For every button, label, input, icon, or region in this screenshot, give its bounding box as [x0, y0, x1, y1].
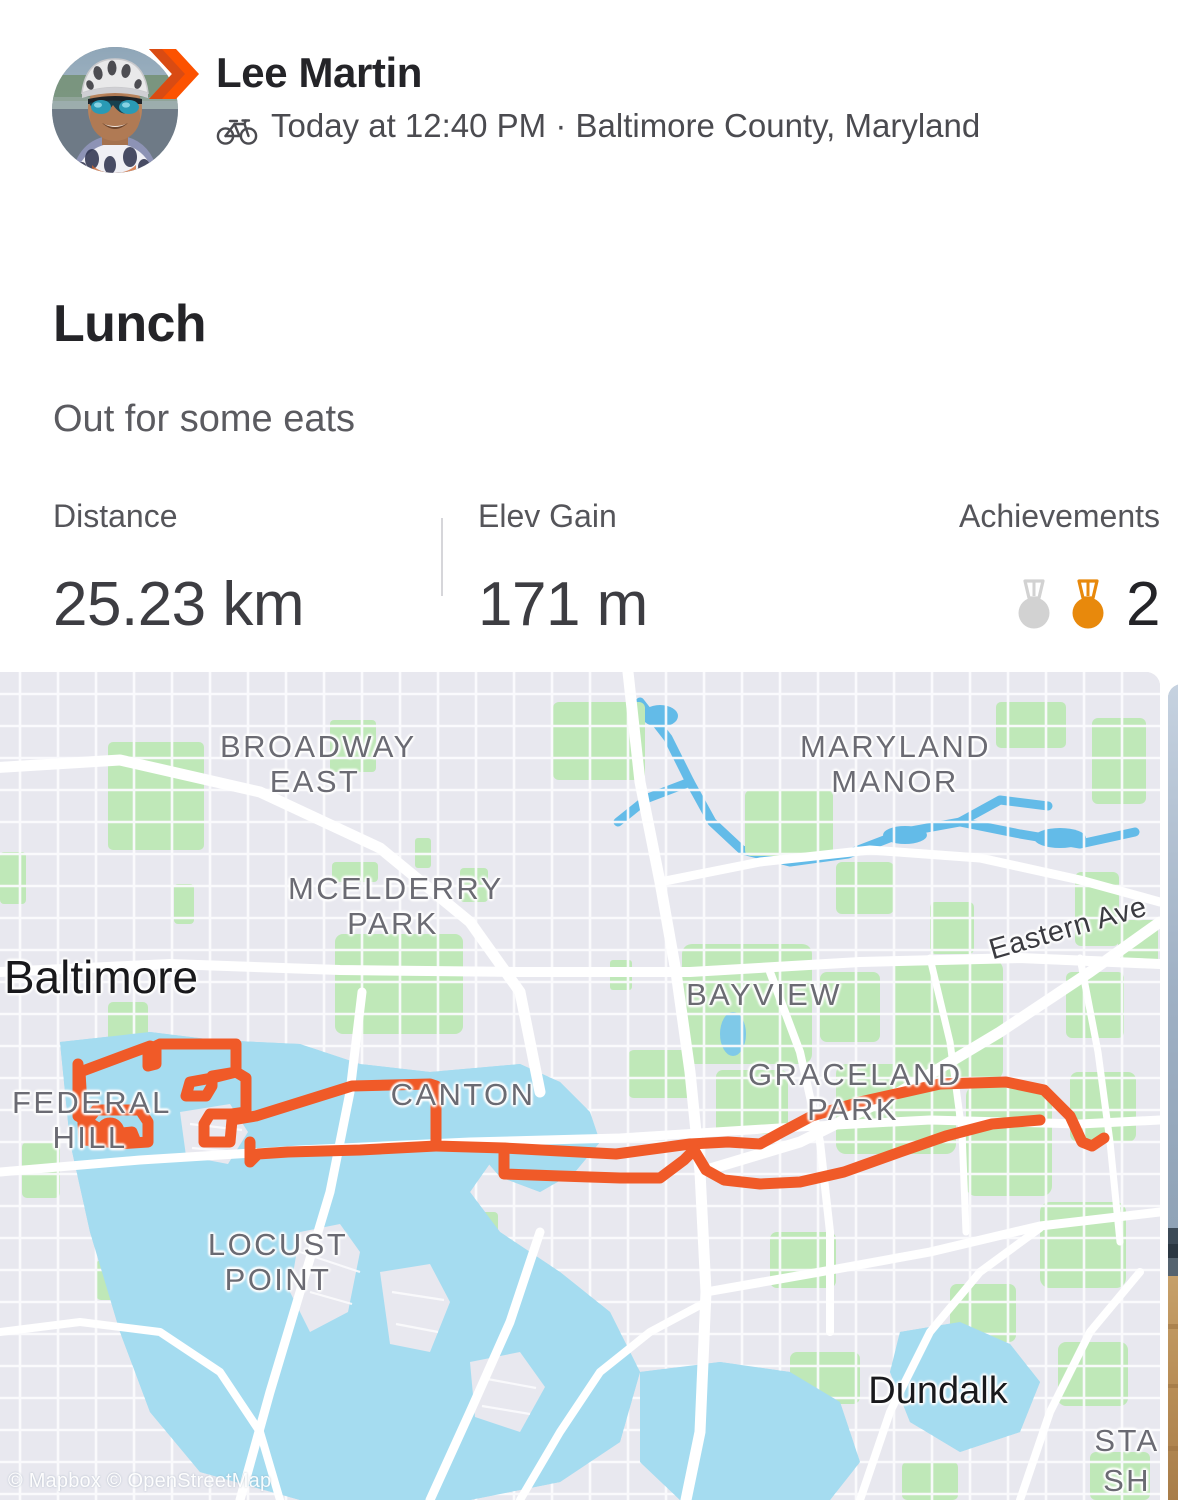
page-title[interactable]: Lunch — [53, 298, 207, 350]
avatar[interactable] — [52, 47, 178, 173]
stat-distance-label: Distance — [53, 498, 178, 534]
athlete-row[interactable]: Lee Martin Today at 12:40 PM · Baltimore… — [52, 47, 980, 173]
bicycle-icon — [216, 115, 258, 145]
achievements-count: 2 — [1126, 570, 1160, 639]
activity-card-header: Lee Martin Today at 12:40 PM · Baltimore… — [0, 0, 1178, 672]
next-activity-photo[interactable] — [1168, 684, 1178, 1500]
avatar-wrap[interactable] — [52, 47, 199, 173]
stat-distance-value: 25.23 km — [53, 570, 305, 639]
gold-medal-icon — [1066, 579, 1110, 631]
stat-achievements-label: Achievements — [959, 498, 1160, 534]
stats-divider — [441, 518, 443, 596]
stat-distance: Distance 25.23 km — [53, 498, 305, 639]
silver-medal-icon — [1012, 579, 1056, 631]
stat-elev-gain-value: 171 m — [478, 570, 648, 639]
stat-elev-gain: Elev Gain 171 m — [478, 500, 648, 636]
stat-elev-gain-label: Elev Gain — [478, 498, 617, 534]
stats-row: Distance 25.23 km Elev Gain 171 m Achiev… — [0, 500, 1178, 650]
activity-meta-text: Today at 12:40 PM · Baltimore County, Ma… — [271, 106, 981, 144]
route-map[interactable]: BROADWAY EAST MARYLAND MANOR MCELDERRY P… — [0, 672, 1160, 1500]
athlete-text: Lee Martin Today at 12:40 PM · Baltimore… — [216, 47, 980, 148]
activity-meta: Today at 12:40 PM · Baltimore County, Ma… — [216, 105, 980, 148]
activity-description: Out for some eats — [53, 398, 356, 440]
map-attribution[interactable]: © Mapbox © OpenStreetMap — [8, 1470, 271, 1493]
athlete-name[interactable]: Lee Martin — [216, 51, 980, 95]
stat-achievements[interactable]: Achievements 2 — [959, 500, 1160, 636]
stat-achievements-value: 2 — [959, 574, 1160, 636]
